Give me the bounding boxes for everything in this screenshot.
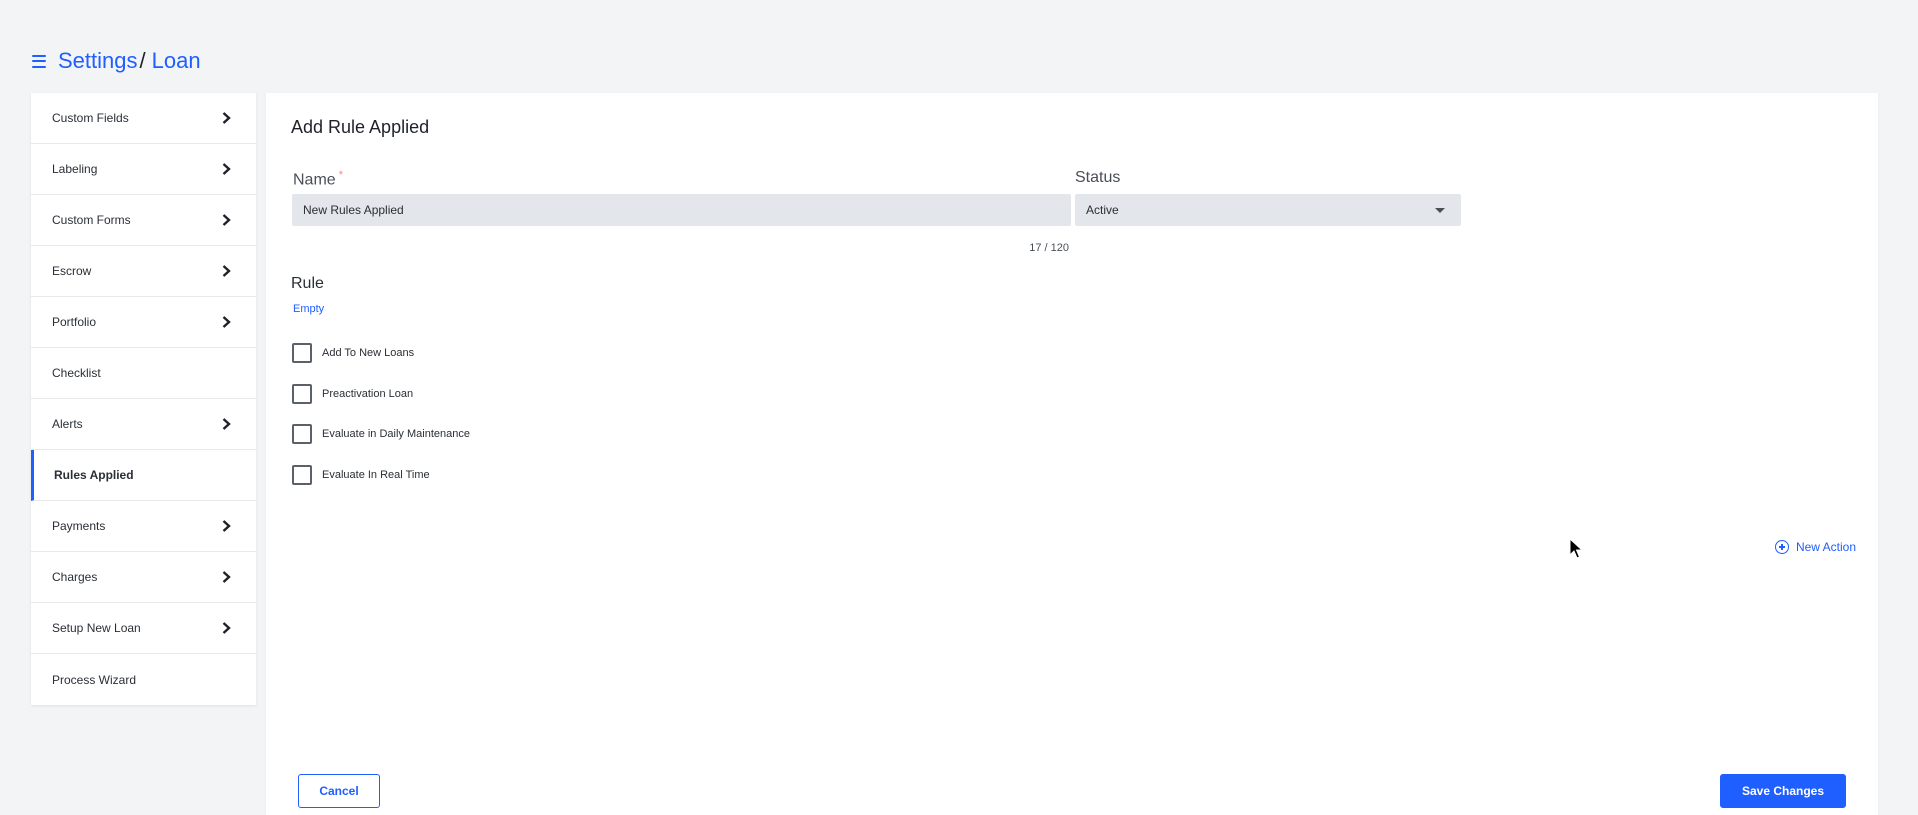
breadcrumb-settings-link[interactable]: Settings [58, 48, 138, 74]
chevron-right-icon [220, 214, 232, 226]
sidebar-item-escrow[interactable]: Escrow [31, 246, 256, 297]
checkbox-input[interactable] [292, 384, 312, 404]
checkbox-add-to-new-loans[interactable]: Add To New Loans [292, 343, 414, 363]
sidebar-item-rules-applied[interactable]: Rules Applied [31, 450, 256, 501]
sidebar-item-label: Rules Applied [54, 468, 134, 482]
status-select[interactable]: Active [1075, 194, 1461, 226]
rule-form-panel: Add Rule Applied Name * New Rules Applied… [266, 93, 1878, 815]
hamburger-menu-icon[interactable] [32, 54, 46, 68]
sidebar-item-charges[interactable]: Charges [31, 552, 256, 603]
caret-down-icon [1435, 208, 1445, 213]
sidebar-item-checklist[interactable]: Checklist [31, 348, 256, 399]
checkbox-evaluate-real-time[interactable]: Evaluate In Real Time [292, 465, 430, 485]
chevron-right-icon [220, 112, 232, 124]
sidebar-item-label: Custom Forms [52, 213, 131, 227]
chevron-right-icon [220, 571, 232, 583]
chevron-right-icon [220, 316, 232, 328]
new-action-label: New Action [1795, 540, 1856, 554]
chevron-right-icon [220, 265, 232, 277]
checkbox-label: Evaluate In Real Time [322, 469, 430, 481]
sidebar-item-label: Alerts [52, 417, 83, 431]
sidebar-item-labeling[interactable]: Labeling [31, 144, 256, 195]
save-changes-button[interactable]: Save Changes [1720, 774, 1846, 808]
sidebar-item-custom-forms[interactable]: Custom Forms [31, 195, 256, 246]
sidebar-item-setup-new-loan[interactable]: Setup New Loan [31, 603, 256, 654]
sidebar-item-label: Escrow [52, 264, 92, 278]
name-char-counter: 17 / 120 [1029, 242, 1069, 254]
sidebar-item-label: Portfolio [52, 315, 97, 329]
sidebar-item-alerts[interactable]: Alerts [31, 399, 256, 450]
chevron-right-icon [220, 520, 232, 532]
sidebar-item-payments[interactable]: Payments [31, 501, 256, 552]
chevron-right-icon [220, 418, 232, 430]
name-field-label: Name * [293, 169, 343, 189]
checkbox-evaluate-daily-maintenance[interactable]: Evaluate in Daily Maintenance [292, 424, 470, 444]
required-marker: * [338, 169, 343, 181]
sidebar-item-label: Custom Fields [52, 111, 129, 125]
sidebar-item-custom-fields[interactable]: Custom Fields [31, 93, 256, 144]
name-label-text: Name [293, 171, 336, 189]
breadcrumb-separator: / [139, 48, 146, 73]
sidebar-item-portfolio[interactable]: Portfolio [31, 297, 256, 348]
sidebar-item-process-wizard[interactable]: Process Wizard [31, 654, 256, 705]
settings-sidebar: Custom Fields Labeling Custom Forms Escr… [31, 93, 256, 705]
checkbox-label: Evaluate in Daily Maintenance [322, 428, 470, 440]
status-select-value: Active [1086, 203, 1119, 217]
status-field-label: Status [1075, 169, 1121, 186]
sidebar-item-label: Setup New Loan [52, 621, 141, 635]
sidebar-item-label: Checklist [52, 366, 101, 380]
checkbox-input[interactable] [292, 465, 312, 485]
chevron-right-icon [220, 622, 232, 634]
checkbox-label: Preactivation Loan [322, 388, 414, 400]
cancel-button[interactable]: Cancel [298, 774, 380, 808]
checkbox-preactivation-loan[interactable]: Preactivation Loan [292, 384, 413, 404]
chevron-right-icon [220, 163, 232, 175]
checkbox-label: Add To New Loans [322, 347, 415, 359]
name-input[interactable]: New Rules Applied [292, 194, 1071, 226]
breadcrumb: Settings / Loan [32, 48, 201, 74]
sidebar-item-label: Charges [52, 570, 98, 584]
page-title: Add Rule Applied [291, 117, 430, 137]
rule-section-label: Rule [291, 275, 324, 292]
sidebar-item-label: Labeling [52, 162, 98, 176]
plus-circle-icon [1774, 540, 1789, 554]
breadcrumb-current-loan[interactable]: Loan [152, 48, 201, 74]
sidebar-item-label: Process Wizard [52, 672, 137, 687]
sidebar-item-label: Payments [52, 519, 106, 533]
checkbox-input[interactable] [292, 343, 312, 363]
rule-empty-link[interactable]: Empty [293, 303, 324, 315]
checkbox-input[interactable] [292, 424, 312, 444]
mouse-cursor-icon [1569, 538, 1583, 559]
new-action-button[interactable]: New Action [1774, 540, 1856, 554]
